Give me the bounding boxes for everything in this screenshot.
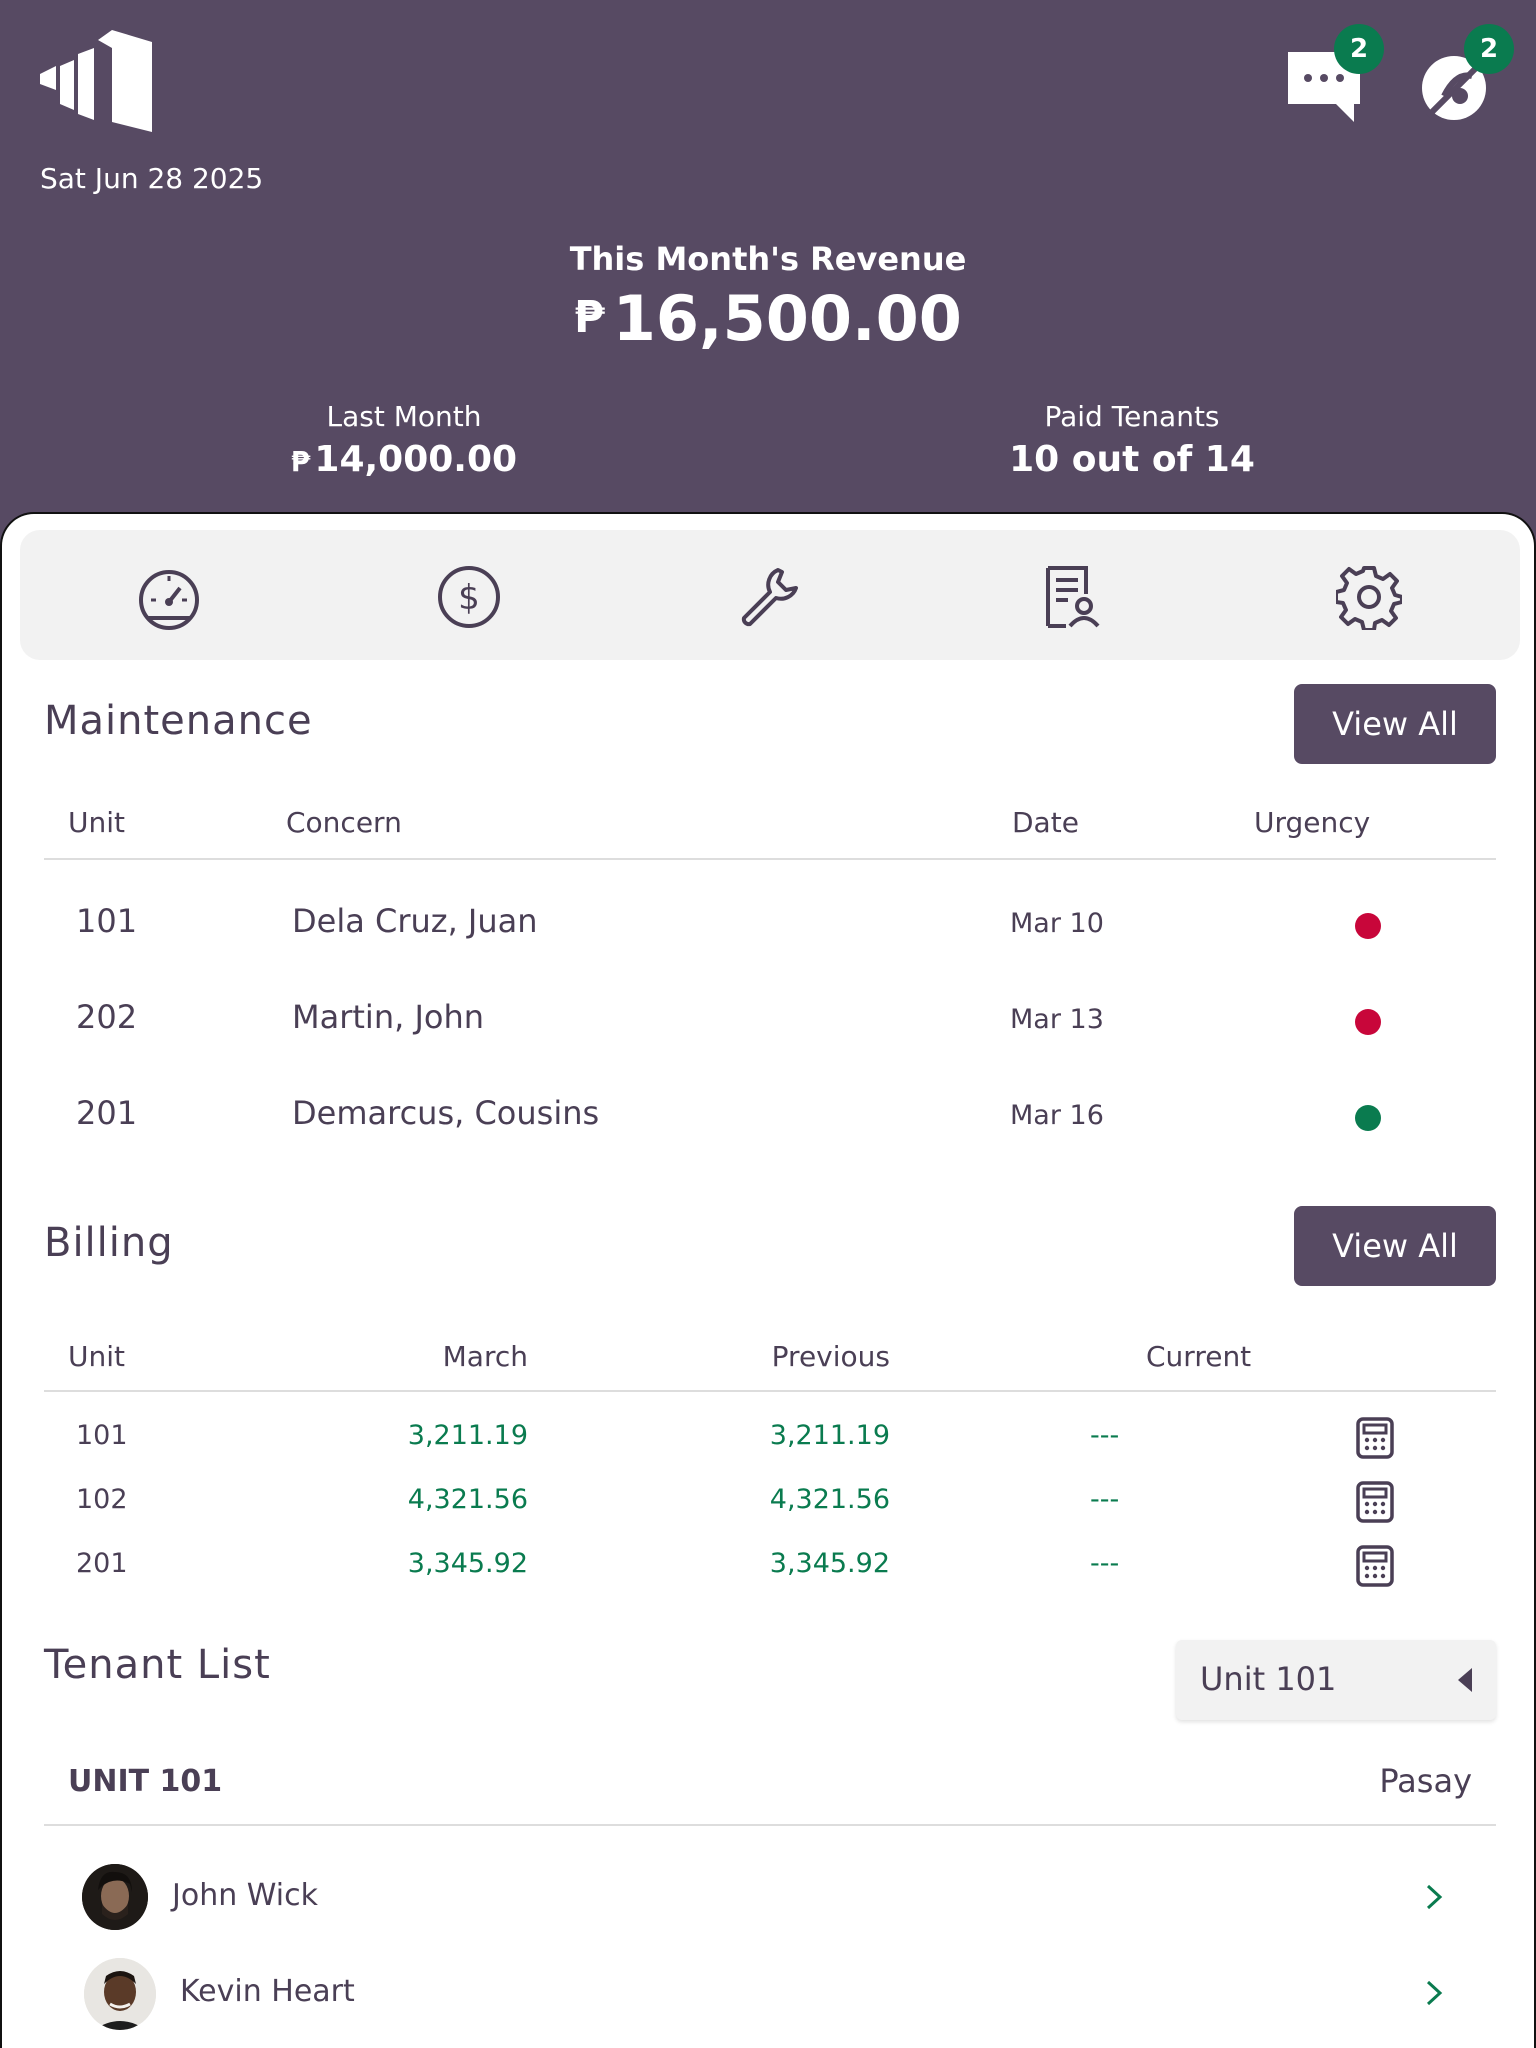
- urgency-low-indicator: [1355, 1105, 1381, 1131]
- billing-current: ---: [1090, 1484, 1120, 1515]
- tenant-list-title: Tenant List: [44, 1642, 271, 1688]
- billing-current: ---: [1090, 1548, 1120, 1579]
- nav-dashboard-button[interactable]: [136, 564, 202, 630]
- currency-symbol: ₱: [290, 445, 311, 478]
- maintenance-col-concern: Concern: [286, 806, 402, 839]
- billing-col-unit: Unit: [68, 1340, 125, 1373]
- last-month-amount: 14,000.00: [314, 439, 518, 480]
- nav-tenants-button[interactable]: [1036, 564, 1102, 630]
- maintenance-concern: Dela Cruz, Juan: [292, 902, 538, 940]
- notifications-badge: 2: [1464, 24, 1514, 74]
- billing-march: 4,321.56: [407, 1484, 528, 1515]
- billing-unit: 101: [76, 1420, 128, 1451]
- notifications-button[interactable]: 2: [1416, 24, 1514, 124]
- nav-billing-button[interactable]: $: [436, 564, 502, 630]
- nav-maintenance-button[interactable]: [736, 564, 802, 630]
- maintenance-unit: 202: [76, 998, 138, 1036]
- maintenance-col-unit: Unit: [68, 806, 125, 839]
- maintenance-concern: Martin, John: [292, 998, 485, 1036]
- maintenance-unit: 201: [76, 1094, 138, 1132]
- current-date: Sat Jun 28 2025: [40, 162, 264, 195]
- currency-symbol: ₱: [574, 292, 605, 343]
- calculator-icon[interactable]: [1354, 1545, 1396, 1587]
- billing-march: 3,211.19: [407, 1420, 528, 1451]
- maintenance-col-date: Date: [1012, 806, 1079, 839]
- billing-unit: 102: [76, 1484, 128, 1515]
- billing-col-current: Current: [1146, 1340, 1252, 1373]
- tenant-name: John Wick: [172, 1878, 318, 1913]
- calculator-icon[interactable]: [1354, 1417, 1396, 1459]
- billing-previous: 4,321.56: [769, 1484, 890, 1515]
- billing-march: 3,345.92: [407, 1548, 528, 1579]
- dollar-icon: $: [438, 566, 500, 628]
- urgency-high-indicator: [1355, 913, 1381, 939]
- gear-icon: [1334, 566, 1404, 632]
- dashboard-gauge-icon: [139, 570, 199, 630]
- maintenance-unit: 101: [76, 902, 138, 940]
- last-month-value: ₱ 14,000.00: [154, 439, 654, 480]
- divider: [44, 1824, 1496, 1826]
- billing-title: Billing: [44, 1220, 174, 1266]
- avatar: [84, 1958, 156, 2030]
- tenant-name: Kevin Heart: [180, 1974, 355, 2009]
- last-month-stat: Last Month ₱ 14,000.00: [154, 400, 654, 480]
- calculator-icon[interactable]: [1354, 1481, 1396, 1523]
- paid-tenants-label: Paid Tenants: [1044, 400, 1220, 433]
- divider: [44, 1390, 1496, 1392]
- billing-previous: 3,345.92: [769, 1548, 890, 1579]
- billing-col-previous: Previous: [771, 1340, 890, 1373]
- billing-unit: 201: [76, 1548, 128, 1579]
- messages-badge: 2: [1334, 24, 1384, 74]
- divider: [44, 858, 1496, 860]
- building-logo-icon: [40, 30, 152, 132]
- messages-button[interactable]: 2: [1284, 24, 1384, 124]
- billing-current: ---: [1090, 1420, 1120, 1451]
- paid-tenants-stat: Paid Tenants 10 out of 14: [882, 400, 1382, 480]
- billing-view-all-button[interactable]: View All: [1294, 1206, 1496, 1286]
- maintenance-date: Mar 10: [1010, 908, 1104, 939]
- billing-previous: 3,211.19: [769, 1420, 890, 1451]
- chevron-right-icon: [1426, 1980, 1443, 2006]
- header: Sat Jun 28 2025 2 2 This Month's Revenue…: [0, 0, 1536, 520]
- revenue-value: ₱ 16,500.00: [0, 282, 1536, 355]
- revenue-amount: 16,500.00: [612, 282, 962, 355]
- last-month-label: Last Month: [326, 400, 482, 433]
- avatar: [82, 1864, 148, 1930]
- nav-bar: $: [20, 530, 1520, 660]
- billing-col-march: March: [442, 1340, 528, 1373]
- caret-left-icon: [1458, 1668, 1472, 1692]
- nav-settings-button[interactable]: [1334, 564, 1404, 632]
- maintenance-date: Mar 16: [1010, 1100, 1104, 1131]
- revenue-title: This Month's Revenue: [569, 240, 967, 278]
- chevron-right-icon: [1426, 1884, 1443, 1910]
- main-card: $ Maintenance View All Unit Concern Date…: [0, 512, 1536, 2048]
- maintenance-concern: Demarcus, Cousins: [292, 1094, 600, 1132]
- maintenance-title: Maintenance: [44, 698, 313, 744]
- urgency-high-indicator: [1355, 1009, 1381, 1035]
- unit-select[interactable]: Unit 101: [1176, 1640, 1496, 1720]
- document-user-icon: [1046, 566, 1100, 628]
- unit-select-value: Unit 101: [1200, 1660, 1337, 1698]
- maintenance-col-urgency: Urgency: [1254, 806, 1371, 839]
- wrench-icon: [741, 568, 798, 627]
- paid-tenants-value: 10 out of 14: [1009, 439, 1255, 480]
- maintenance-view-all-button[interactable]: View All: [1294, 684, 1496, 764]
- unit-location: Pasay: [1379, 1762, 1472, 1800]
- svg-text:$: $: [458, 578, 480, 618]
- maintenance-date: Mar 13: [1010, 1004, 1104, 1035]
- unit-header: UNIT 101: [68, 1764, 223, 1799]
